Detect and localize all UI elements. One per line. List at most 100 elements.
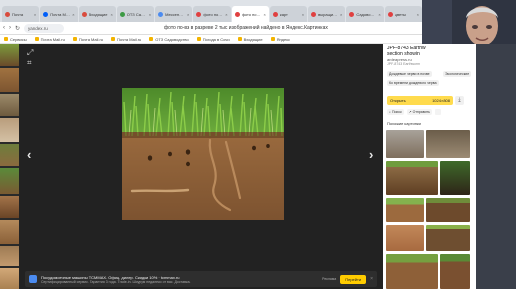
- close-icon[interactable]: ×: [149, 12, 151, 17]
- browser-tab[interactable]: ОТЗ Садоводство×: [116, 6, 155, 22]
- left-thumbnail-strip: [0, 44, 19, 289]
- image-info-panel: JPF-8743 Earthw section showin ardeapres…: [383, 44, 476, 289]
- ad-text: Посудомоечные машины TCMMAX. Офиц. дилер…: [41, 275, 318, 284]
- bookmark-label: Сервисы: [10, 36, 27, 42]
- close-icon[interactable]: ×: [187, 12, 189, 17]
- similar-thumb[interactable]: [440, 254, 470, 289]
- browser-tab[interactable]: Почта Mail.ru×: [40, 6, 78, 22]
- similar-thumb[interactable]: [386, 198, 424, 222]
- browser-tab[interactable]: Садоводство×: [346, 6, 384, 22]
- bookmark-item[interactable]: Почта Mail.ru: [72, 36, 104, 42]
- bookmark-icon: [34, 37, 39, 41]
- soil-cross-section-image[interactable]: [122, 88, 284, 220]
- bookmark-icon: [111, 37, 116, 41]
- tab-label: Почта Mail.ru: [50, 11, 70, 17]
- left-thumb[interactable]: [0, 246, 19, 266]
- left-thumb[interactable]: [0, 94, 19, 116]
- bookmarks-bar: Сервисы Почта Mail.ru Почта Mail.ru Почта M…: [0, 35, 422, 44]
- browser-tab[interactable]: выращивание груш×: [308, 6, 346, 22]
- tab-favicon-icon: [387, 11, 393, 17]
- left-thumb[interactable]: [0, 144, 19, 166]
- close-icon[interactable]: ×: [264, 12, 266, 17]
- reload-icon[interactable]: ↻: [15, 25, 20, 32]
- chevron-left-icon[interactable]: ‹: [27, 147, 31, 162]
- more-icon[interactable]: [434, 109, 441, 115]
- bookmark-item[interactable]: ОТЗ Садоводство: [149, 36, 189, 42]
- similar-thumb[interactable]: [386, 225, 424, 251]
- similar-thumb[interactable]: [426, 225, 470, 251]
- tab-favicon-icon: [349, 11, 355, 17]
- similar-thumb[interactable]: [426, 130, 470, 158]
- left-thumb[interactable]: [0, 196, 19, 218]
- send-button[interactable]: ↗ Отправить: [406, 109, 432, 115]
- download-icon[interactable]: ⤓: [455, 96, 464, 105]
- related-chip[interactable]: Экологические: [443, 71, 472, 77]
- browser-tab[interactable]: фото почва в×: [193, 6, 231, 22]
- browser-tab[interactable]: Почта ×: [2, 6, 40, 22]
- close-icon[interactable]: ×: [302, 12, 304, 17]
- bookmark-item[interactable]: Погода в Сочи: [196, 36, 230, 42]
- left-thumb[interactable]: [0, 118, 19, 142]
- search-by-image-button[interactable]: ⌕ Поиск: [387, 109, 404, 115]
- close-icon[interactable]: ×: [370, 276, 373, 282]
- bookmark-label: ОТЗ Садоводство: [155, 36, 189, 42]
- tab-label: Входящие: [88, 11, 108, 17]
- browser-tab[interactable]: Входящие ×: [78, 6, 116, 22]
- bookmark-item[interactable]: Почта Mail.ru: [111, 37, 141, 42]
- bookmark-icon: [196, 37, 201, 41]
- image-title[interactable]: JPF-8743 Earthw section showin: [387, 46, 473, 57]
- close-icon[interactable]: ×: [72, 12, 74, 17]
- expand-icon[interactable]: ⤢: [27, 48, 33, 58]
- browser-tab[interactable]: фото по-вз ×: [231, 6, 269, 22]
- browser-tab-bar: Почта×Почта Mail.ru×Входящие×ОТЗ Садовод…: [0, 0, 422, 22]
- back-icon[interactable]: ‹: [3, 25, 5, 31]
- close-icon[interactable]: ×: [225, 12, 227, 17]
- tab-favicon-icon: [272, 11, 278, 17]
- open-button-size: 1024×808: [432, 98, 450, 103]
- screen: { "browser": { "tabs": [ {"label": "Почт…: [0, 0, 516, 289]
- related-chip[interactable]: Дождевые черви в почве: [387, 71, 432, 77]
- forward-icon[interactable]: ›: [9, 25, 11, 31]
- bookmark-item[interactable]: Почта Mail.ru: [34, 37, 65, 42]
- bookmark-icon: [4, 37, 8, 41]
- close-icon[interactable]: ×: [34, 12, 36, 17]
- tab-favicon-icon: [311, 11, 317, 17]
- left-thumb[interactable]: [0, 44, 19, 66]
- tab-label: цветы: [394, 11, 406, 17]
- bookmark-item[interactable]: Яндекс: [270, 37, 290, 42]
- similar-thumb[interactable]: [386, 130, 424, 158]
- browser-tab[interactable]: цветы ×: [384, 6, 422, 22]
- similar-thumb[interactable]: [426, 198, 470, 222]
- tab-label: Мессенджер: [165, 11, 185, 17]
- bookmark-label: Входящие: [243, 36, 263, 42]
- image-caption: JPF-8743 Earthworm: [387, 62, 421, 66]
- chevron-right-icon[interactable]: ›: [369, 147, 373, 162]
- left-thumb[interactable]: [0, 220, 19, 244]
- bookmark-label: Погода в Сочи: [202, 36, 230, 42]
- crop-icon[interactable]: ⌗: [27, 58, 32, 68]
- similar-thumb[interactable]: [386, 161, 438, 195]
- browser-tab[interactable]: Мессенджер×: [155, 6, 193, 22]
- similar-thumb[interactable]: [386, 254, 438, 289]
- browser-tab[interactable]: карт ×: [269, 6, 308, 22]
- url-field[interactable]: yandex.ru: [24, 23, 65, 33]
- related-chip[interactable]: Ко времени дождевого черва: [387, 80, 439, 86]
- bookmark-icon: [149, 37, 154, 41]
- similar-thumb[interactable]: [440, 161, 470, 195]
- left-thumb[interactable]: [0, 68, 19, 92]
- close-icon[interactable]: ×: [340, 12, 342, 17]
- close-icon[interactable]: ×: [110, 12, 112, 17]
- ad-banner[interactable]: Посудомоечные машины TCMMAX. Офиц. дилер…: [25, 271, 377, 287]
- tab-favicon-icon: [119, 11, 125, 17]
- close-icon[interactable]: ×: [417, 12, 419, 17]
- bookmark-item[interactable]: Сервисы: [4, 37, 27, 42]
- bookmark-label: Почта Mail.ru: [78, 36, 104, 42]
- bookmark-icon: [270, 37, 275, 41]
- tab-favicon-icon: [81, 11, 87, 17]
- open-button[interactable]: Открыть 1024×808: [387, 96, 453, 105]
- left-thumb[interactable]: [0, 168, 19, 194]
- left-thumb[interactable]: [0, 268, 19, 289]
- close-icon[interactable]: ×: [378, 12, 380, 17]
- ad-go-button[interactable]: Перейти: [340, 274, 367, 284]
- bookmark-item[interactable]: Входящие: [237, 36, 263, 42]
